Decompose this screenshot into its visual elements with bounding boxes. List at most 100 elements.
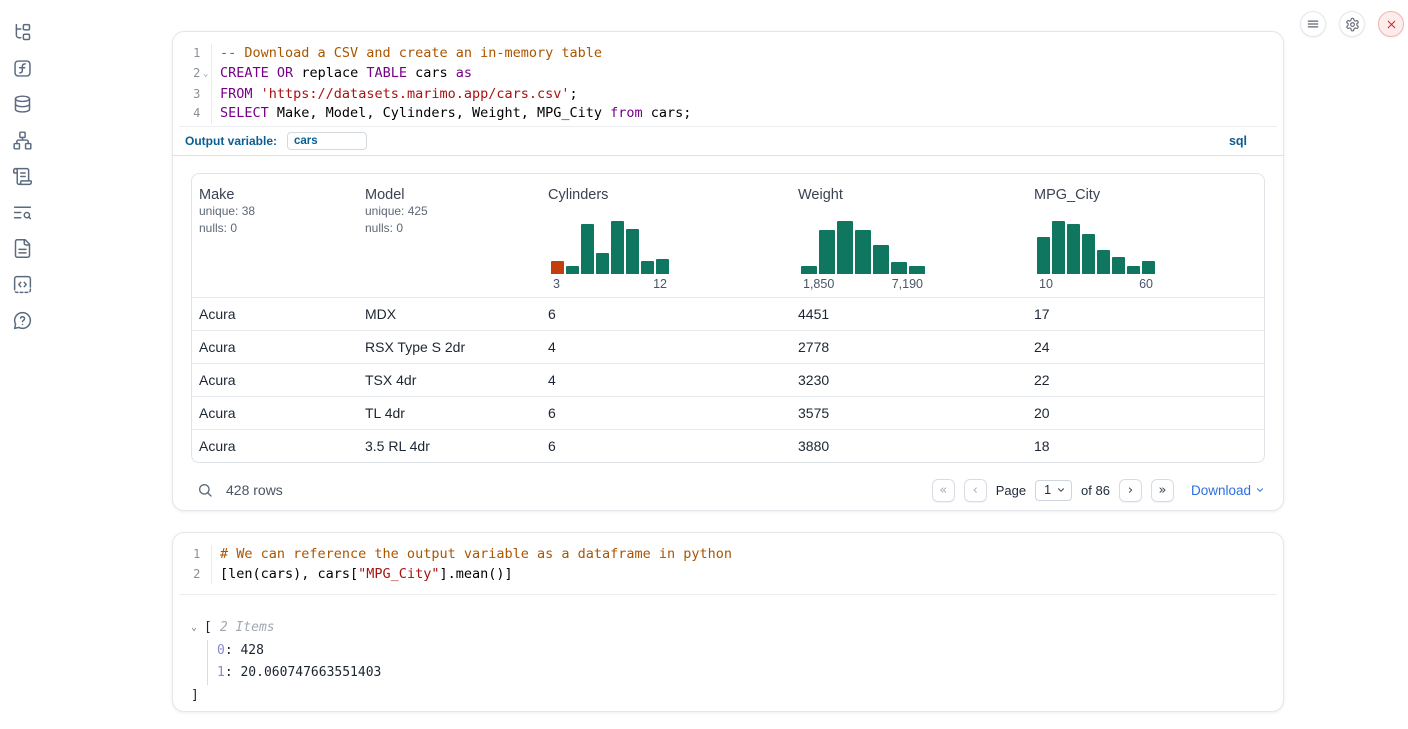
column-header-model[interactable]: Model unique: 425 nulls: 0	[358, 174, 541, 297]
code-line[interactable]: 2[len(cars), cars["MPG_City"].mean()]	[179, 565, 1277, 585]
previous-page-button[interactable]: ‹	[964, 479, 987, 502]
functions-icon[interactable]	[10, 56, 34, 80]
histogram-bar[interactable]	[596, 253, 609, 274]
histogram-bar[interactable]	[1067, 224, 1080, 274]
table-cell: RSX Type S 2dr	[358, 339, 541, 355]
last-page-button[interactable]: »	[1151, 479, 1174, 502]
line-number: 1	[179, 545, 200, 565]
histogram-bar[interactable]	[837, 221, 853, 274]
histogram-bar[interactable]	[566, 266, 579, 274]
next-page-button[interactable]: ›	[1119, 479, 1142, 502]
code-line[interactable]: 2⌄CREATE OR replace TABLE cars as	[179, 64, 1277, 85]
output-variable-row: Output variable: sql	[173, 127, 1283, 156]
table-row[interactable]: Acura3.5 RL 4dr6388018	[192, 429, 1264, 462]
table-cell: 3.5 RL 4dr	[358, 438, 541, 454]
code-text: SELECT Make, Model, Cylinders, Weight, M…	[212, 104, 691, 124]
histogram-bar[interactable]	[626, 229, 639, 274]
column-header-make[interactable]: Make unique: 38 nulls: 0	[192, 174, 358, 297]
histogram-bar[interactable]	[641, 261, 654, 274]
code-line[interactable]: 1# We can reference the output variable …	[179, 545, 1277, 565]
histogram-bar[interactable]	[1052, 221, 1065, 274]
column-header-cylinders[interactable]: Cylinders 3 12	[541, 174, 791, 297]
table-cell: 18	[1027, 438, 1264, 454]
table-cell: 3575	[791, 405, 1027, 421]
table-cell: 3880	[791, 438, 1027, 454]
hist-max-label: 60	[1139, 277, 1153, 291]
page-label: Page	[996, 483, 1026, 498]
code-text: -- Download a CSV and create an in-memor…	[212, 44, 602, 64]
table-cell: Acura	[192, 306, 358, 322]
histogram-bar[interactable]	[819, 230, 835, 274]
code-line[interactable]: 4 SELECT Make, Model, Cylinders, Weight, …	[179, 104, 1277, 124]
help-icon[interactable]	[10, 308, 34, 332]
table-row[interactable]: AcuraRSX Type S 2dr4277824	[192, 330, 1264, 363]
table-row[interactable]: AcuraTSX 4dr4323022	[192, 363, 1264, 396]
documentation-icon[interactable]	[10, 236, 34, 260]
settings-button[interactable]	[1339, 11, 1365, 37]
output-variable-input[interactable]	[287, 132, 367, 150]
notebook-actions	[1300, 11, 1404, 37]
histogram-bar[interactable]	[1097, 250, 1110, 274]
hist-min-label: 3	[553, 277, 560, 291]
collapse-chevron-icon[interactable]: ⌄	[191, 617, 204, 640]
histogram-bar[interactable]	[855, 230, 871, 274]
menu-button[interactable]	[1300, 11, 1326, 37]
chevron-down-icon	[1056, 485, 1066, 495]
column-header-weight[interactable]: Weight 1,850 7,190	[791, 174, 1027, 297]
histogram-bar[interactable]	[909, 266, 925, 274]
text-search-icon[interactable]	[10, 200, 34, 224]
code-line[interactable]: 3FROM 'https://datasets.marimo.app/cars.…	[179, 85, 1277, 105]
page-of-label: of 86	[1081, 483, 1110, 498]
tree-entry-index: 1	[217, 665, 225, 680]
shutdown-button[interactable]	[1378, 11, 1404, 37]
table-footer: 428 rows « ‹ Page 1 of 86 › » Download	[191, 473, 1265, 507]
histogram-bar[interactable]	[801, 266, 817, 274]
sql-code-editor[interactable]: 1-- Download a CSV and create an in-memo…	[179, 32, 1277, 127]
column-stat: nulls: 0	[365, 220, 541, 237]
histogram-bar[interactable]	[1082, 234, 1095, 274]
fold-spacer	[200, 104, 211, 124]
histogram-bar[interactable]	[891, 262, 907, 274]
table-cell: 17	[1027, 306, 1264, 322]
dependency-graph-icon[interactable]	[10, 128, 34, 152]
table-cell: 6	[541, 306, 791, 322]
histogram-bar[interactable]	[581, 224, 594, 274]
line-number: 2	[179, 565, 200, 585]
fold-chevron-icon[interactable]: ⌄	[200, 64, 211, 85]
histogram-bar[interactable]	[1142, 261, 1155, 274]
histogram-bar[interactable]	[611, 221, 624, 274]
snippets-icon[interactable]	[10, 272, 34, 296]
table-cell: Acura	[192, 339, 358, 355]
histogram-bar[interactable]	[873, 245, 889, 274]
logs-icon[interactable]	[10, 164, 34, 188]
row-count: 428 rows	[226, 482, 283, 498]
table-cell: 24	[1027, 339, 1264, 355]
code-line[interactable]: 1-- Download a CSV and create an in-memo…	[179, 44, 1277, 64]
python-code-editor[interactable]: 1# We can reference the output variable …	[179, 533, 1277, 595]
fold-spacer	[200, 565, 211, 585]
sql-cell: 1 -- Download a CSV and create an in-memo…	[172, 31, 1284, 511]
page-select[interactable]: 1	[1035, 480, 1072, 501]
histogram-bar[interactable]	[1127, 266, 1140, 274]
histogram-bar[interactable]	[551, 261, 564, 274]
output-tree: ⌄ [ 2 Items 0: 4281: 20.060747663551403 …	[173, 595, 1283, 707]
line-number: 4	[179, 104, 200, 124]
fold-spacer	[200, 545, 211, 565]
histogram-bar[interactable]	[1037, 237, 1050, 274]
mpg-city-histogram: 10 60	[1037, 221, 1155, 297]
code-text: CREATE OR replace TABLE cars as	[212, 64, 472, 85]
download-button[interactable]: Download	[1191, 483, 1265, 498]
histogram-bar[interactable]	[1112, 257, 1125, 274]
table-row[interactable]: AcuraMDX6445117	[192, 297, 1264, 330]
column-stat: nulls: 0	[199, 220, 358, 237]
datasources-icon[interactable]	[10, 92, 34, 116]
histogram-bar[interactable]	[656, 259, 669, 274]
file-tree-icon[interactable]	[10, 20, 34, 44]
table-row[interactable]: AcuraTL 4dr6357520	[192, 396, 1264, 429]
search-icon[interactable]	[197, 482, 213, 498]
sidebar	[0, 0, 44, 729]
open-bracket: [	[204, 617, 212, 640]
column-header-mpg-city[interactable]: MPG_City 10 60	[1027, 174, 1264, 297]
tree-entry-value: 20.060747663551403	[240, 665, 381, 680]
first-page-button[interactable]: «	[932, 479, 955, 502]
